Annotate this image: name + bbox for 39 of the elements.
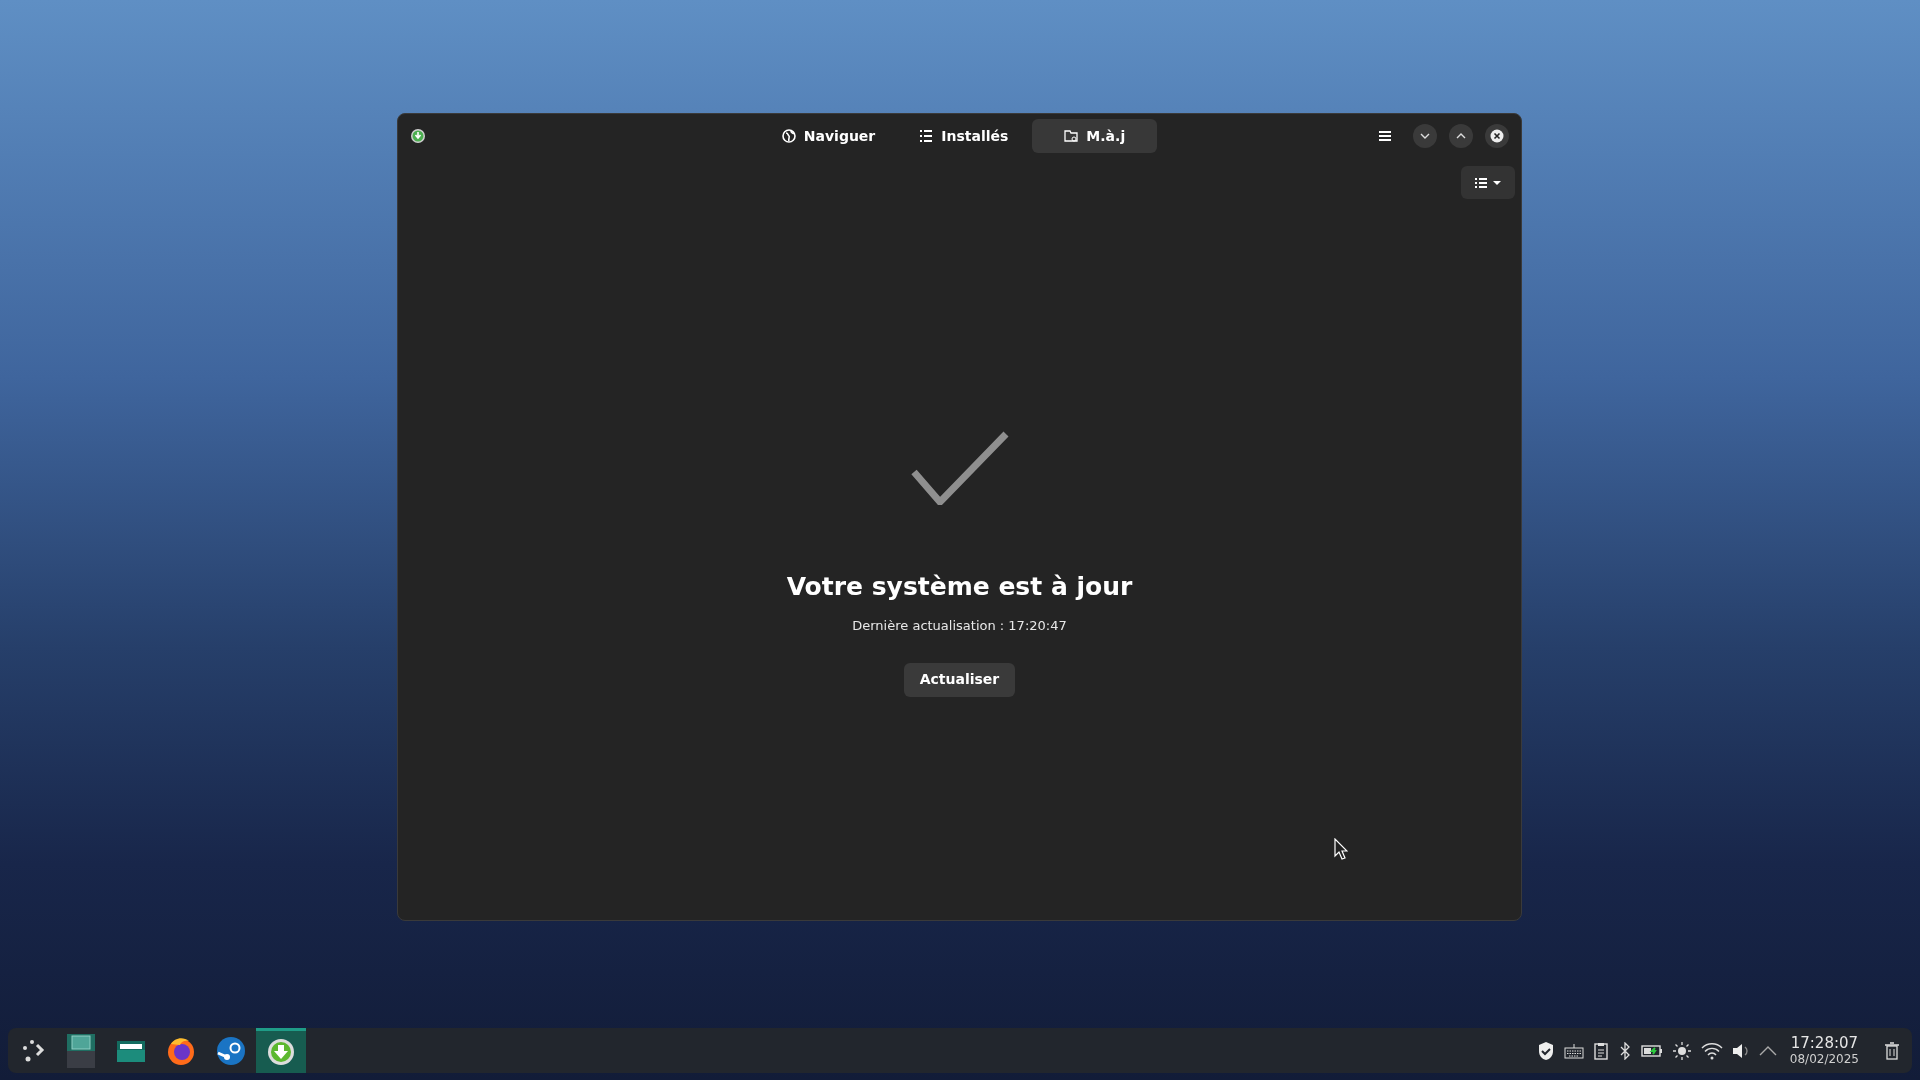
minimize-button[interactable]	[1413, 124, 1437, 148]
virtual-desktop-pager	[67, 1033, 95, 1068]
chevron-down-icon	[1419, 132, 1431, 140]
folder-icon	[1064, 129, 1079, 143]
hamburger-icon	[1378, 130, 1392, 142]
battery-icon[interactable]	[1640, 1043, 1663, 1058]
view-options-button[interactable]	[1461, 166, 1515, 199]
globe-icon	[781, 129, 796, 143]
tab[interactable]: Naviguer	[761, 119, 896, 153]
checkmark-icon	[910, 431, 1009, 505]
volume-icon[interactable]	[1731, 1041, 1750, 1060]
tab[interactable]: Installés	[899, 119, 1029, 153]
browser-icon	[166, 1035, 196, 1066]
shield-check-icon[interactable]	[1536, 1040, 1555, 1061]
steam-icon	[216, 1035, 246, 1066]
clock[interactable]: 17:28:07 08/02/2025	[1785, 1036, 1863, 1065]
last-refresh-text: Dernière actualisation : 17:20:47	[852, 617, 1067, 636]
maximize-button[interactable]	[1449, 124, 1473, 148]
taskbar-app[interactable]	[256, 1028, 306, 1073]
close-icon	[1490, 129, 1504, 143]
list-icon	[919, 129, 934, 143]
refresh-button[interactable]: Actualiser	[903, 662, 1016, 697]
clock-date: 08/02/2025	[1789, 1053, 1859, 1065]
brightness-icon[interactable]	[1671, 1040, 1692, 1061]
caret-icon	[1492, 179, 1502, 186]
tab[interactable]: M.à.j	[1032, 119, 1158, 153]
trash-icon[interactable]	[1884, 1041, 1900, 1060]
status-title: Votre système est à jour	[786, 571, 1133, 603]
chevron-up-icon[interactable]	[1758, 1044, 1777, 1057]
wifi-icon[interactable]	[1700, 1041, 1723, 1060]
download-icon	[267, 1038, 295, 1066]
clock-time: 17:28:07	[1790, 1036, 1859, 1051]
list-icon	[1474, 176, 1488, 189]
keyboard-icon[interactable]	[1563, 1042, 1584, 1059]
app-icon	[410, 128, 426, 144]
clipboard-icon[interactable]	[1592, 1041, 1609, 1060]
mouse-cursor-icon	[1334, 838, 1348, 860]
chevron-up-icon	[1455, 132, 1467, 140]
close-button[interactable]	[1485, 124, 1509, 148]
